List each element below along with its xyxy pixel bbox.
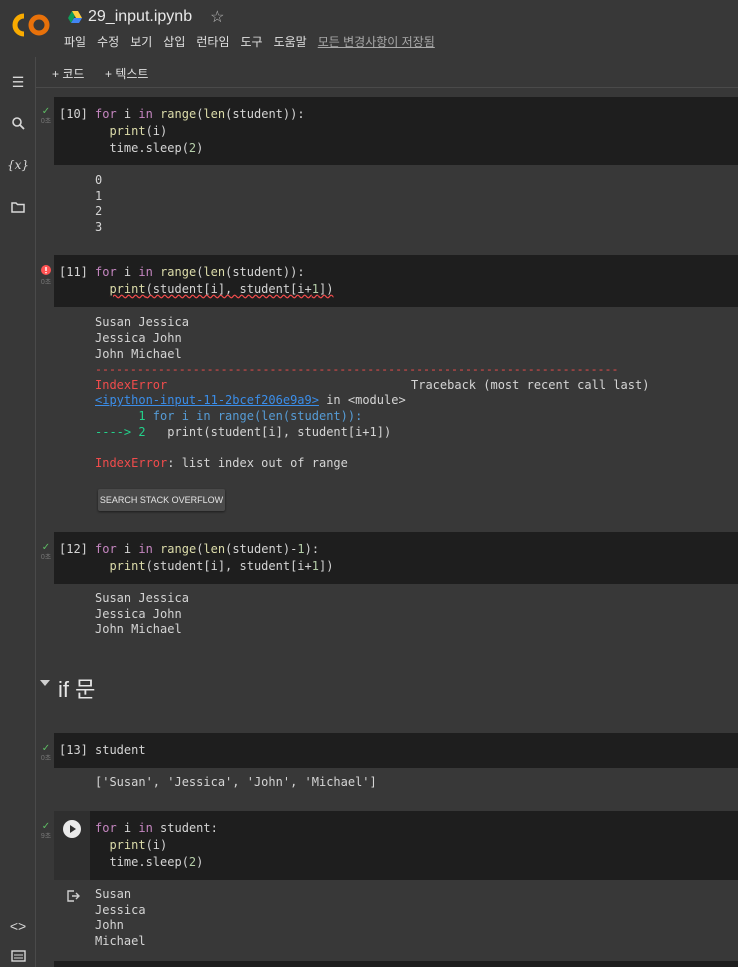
output-line: Jessica John <box>95 607 182 621</box>
output-line: Susan Jessica <box>95 591 189 605</box>
output-line: 3 <box>95 220 103 234</box>
toc-icon[interactable]: ☰ <box>8 72 28 92</box>
code-line[interactable]: print(student[i], student[i+1]) <box>95 559 333 573</box>
collapse-section-icon[interactable] <box>40 680 50 686</box>
play-icon[interactable] <box>63 820 81 838</box>
code-line[interactable]: for i in range(len(student)): <box>95 265 305 279</box>
traceback-line-1: 1 for i in range(len(student)): <box>95 409 363 423</box>
output-line: Susan Jessica <box>95 315 189 329</box>
error-rule: ----------------------------------------… <box>95 362 619 376</box>
output-line: ['Susan', 'Jessica', 'John', 'Michael'] <box>95 775 377 789</box>
cell-12-count: [12] <box>59 542 88 556</box>
star-icon[interactable]: ☆ <box>210 7 224 27</box>
output-line: John <box>95 918 124 932</box>
traceback-source: <ipython-input-11-2bcef206e9a9> in <modu… <box>95 393 406 407</box>
code-line[interactable]: for i in student: <box>95 821 218 835</box>
notebook-title[interactable]: 29_input.ipynb <box>88 8 192 26</box>
terminal-icon[interactable] <box>8 946 28 966</box>
code-line[interactable]: student <box>95 743 146 757</box>
error-name: IndexError <box>95 378 168 392</box>
drive-icon <box>68 11 82 23</box>
top-header: 29_input.ipynb ☆ 파일 수정 보기 삽입 런타임 도구 도움말 … <box>0 0 738 57</box>
menu-help[interactable]: 도움말 <box>274 33 307 50</box>
output-cell-14 <box>54 880 738 959</box>
cell-10-status: ✓ 0초 <box>40 106 52 126</box>
cell-12-status: ✓ 0초 <box>40 542 52 562</box>
search-stack-overflow-button[interactable]: SEARCH STACK OVERFLOW <box>98 489 225 511</box>
output-line: Susan <box>95 887 132 901</box>
code-line[interactable]: for i in range(len(student)): <box>95 107 305 121</box>
output-line: Michael <box>95 934 146 948</box>
output-line: John Michael <box>95 622 182 636</box>
variables-icon[interactable]: {x} <box>7 155 29 175</box>
code-line[interactable]: time.sleep(2) <box>95 855 203 869</box>
traceback-line-2: ----> 2 print(student[i], student[i+1]) <box>95 425 392 439</box>
menu-tools[interactable]: 도구 <box>241 33 263 50</box>
menu-bar: 파일 수정 보기 삽입 런타임 도구 도움말 모든 변경사항이 저장됨 <box>64 33 435 50</box>
code-cell-13[interactable] <box>54 733 738 768</box>
cell-10-count: [10] <box>59 107 88 121</box>
menu-view[interactable]: 보기 <box>130 33 152 50</box>
section-heading[interactable]: if 문 <box>58 672 95 704</box>
menu-insert[interactable]: 삽입 <box>163 33 185 50</box>
run-cell-button[interactable] <box>54 811 90 880</box>
output-line: 2 <box>95 204 103 218</box>
clear-output-icon[interactable] <box>66 889 80 903</box>
error-message: IndexError: list index out of range <box>95 456 348 470</box>
output-line: Jessica John <box>95 331 182 345</box>
cell-13-status: ✓ 0초 <box>40 743 52 763</box>
error-icon <box>41 265 51 275</box>
add-code-button[interactable]: + 코드 <box>52 65 84 82</box>
traceback-label: Traceback (most recent call last) <box>411 378 650 392</box>
code-line[interactable]: print(i) <box>95 124 167 138</box>
cell-14-status: ✓ 9초 <box>40 821 52 841</box>
next-cell-edge <box>54 961 738 967</box>
menu-file[interactable]: 파일 <box>64 33 86 50</box>
output-line: 1 <box>95 189 103 203</box>
folder-icon[interactable] <box>8 197 28 217</box>
menu-edit[interactable]: 수정 <box>97 33 119 50</box>
code-line[interactable]: for i in range(len(student)-1): <box>95 542 319 556</box>
notebook-toolbar: + 코드 + 텍스트 <box>36 57 738 88</box>
left-rail: ☰ {x} <> <box>0 57 36 967</box>
search-icon[interactable] <box>8 113 28 133</box>
menu-runtime[interactable]: 런타임 <box>196 33 229 50</box>
cell-11-count: [11] <box>59 265 88 279</box>
output-line: 0 <box>95 173 103 187</box>
output-line: John Michael <box>95 347 182 361</box>
code-snippets-icon[interactable]: <> <box>8 916 28 936</box>
saved-status[interactable]: 모든 변경사항이 저장됨 <box>318 33 435 50</box>
code-cell-12[interactable] <box>54 532 738 584</box>
colab-logo[interactable] <box>12 10 52 40</box>
code-line[interactable]: print(i) <box>95 838 167 852</box>
code-cell-11[interactable] <box>54 255 738 307</box>
cell-13-count: [13] <box>59 743 88 757</box>
add-text-button[interactable]: + 텍스트 <box>105 65 148 82</box>
ipython-input-link[interactable]: <ipython-input-11-2bcef206e9a9> <box>95 393 319 407</box>
code-line[interactable]: time.sleep(2) <box>95 141 203 155</box>
cell-11-error-status: 0초 <box>38 265 54 288</box>
code-line[interactable]: print(student[i], student[i+1]) <box>95 282 333 296</box>
output-line: Jessica <box>95 903 146 917</box>
